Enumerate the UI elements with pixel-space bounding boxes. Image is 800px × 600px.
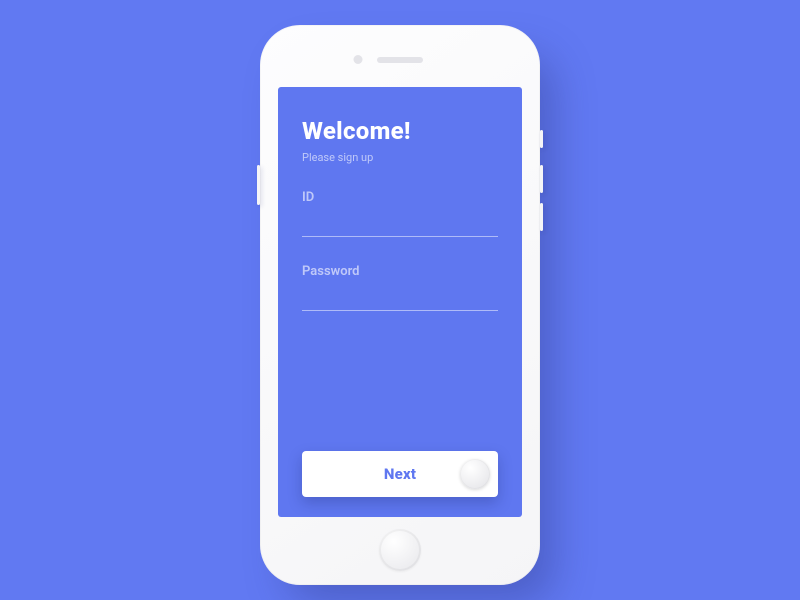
phone-power-button — [257, 165, 260, 205]
phone-home-button[interactable] — [379, 529, 421, 571]
id-field-group: ID — [302, 190, 498, 238]
next-button[interactable]: Next — [302, 451, 498, 497]
phone-frame: Welcome! Please sign up ID Password Next — [260, 25, 540, 585]
password-input[interactable] — [302, 297, 498, 311]
phone-volume-up — [540, 165, 543, 193]
spacer — [302, 338, 498, 451]
next-button-label: Next — [384, 465, 416, 483]
phone-speaker — [377, 57, 423, 63]
signup-screen: Welcome! Please sign up ID Password Next — [278, 87, 522, 517]
password-label: Password — [302, 264, 498, 279]
phone-volume-down — [540, 203, 543, 231]
phone-front-camera — [354, 55, 363, 64]
password-field-group: Password — [302, 264, 498, 312]
welcome-title: Welcome! — [302, 117, 498, 145]
id-input[interactable] — [302, 223, 498, 237]
next-button-knob-icon — [460, 459, 490, 489]
id-label: ID — [302, 190, 498, 205]
phone-mute-switch — [540, 130, 543, 148]
canvas: Welcome! Please sign up ID Password Next — [0, 0, 800, 600]
welcome-subtitle: Please sign up — [302, 151, 498, 164]
